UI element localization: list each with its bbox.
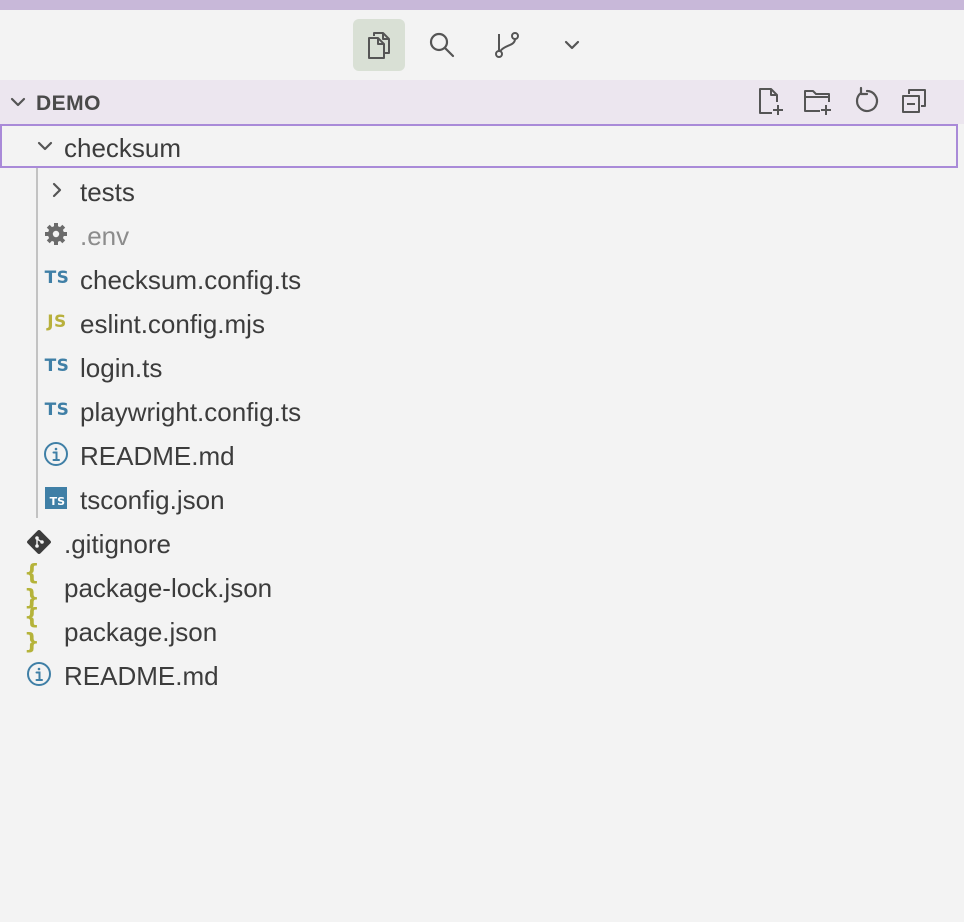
refresh-button[interactable] (850, 86, 882, 121)
tree-item-label: .env (80, 221, 130, 251)
tree-item-tests-folder[interactable]: tests (0, 168, 964, 212)
files-icon (365, 30, 393, 60)
json-icon: { } (24, 561, 42, 611)
tree-item-label: playwright.config.ts (80, 397, 302, 427)
tree-item-readme-nested-file[interactable]: README.md (0, 432, 964, 476)
tree-item-label: checksum (64, 133, 182, 163)
collapse-all-button[interactable] (898, 87, 930, 119)
new-file-button[interactable] (754, 87, 786, 119)
tsconfig-icon: TS (43, 484, 69, 512)
source-control-tab[interactable] (481, 19, 533, 71)
tree-item-label: package.json (64, 617, 218, 647)
tree-item-label: README.md (80, 441, 235, 471)
source-control-icon (492, 30, 522, 60)
tree-item-label: tsconfig.json (80, 485, 225, 515)
chevron-down-icon (8, 93, 28, 116)
view-switcher-bar (0, 10, 964, 80)
tree-item-package-lock-file[interactable]: { } package-lock.json (0, 561, 964, 611)
tree-item-checksum-folder[interactable]: checksum (0, 124, 958, 168)
tsconfig-badge: TS (45, 487, 67, 509)
git-icon (26, 528, 52, 556)
tree-item-gitignore-file[interactable]: .gitignore (0, 520, 964, 564)
explorer-section-header[interactable]: DEMO (0, 80, 964, 124)
tree-item-label: tests (80, 177, 135, 207)
chevron-down-icon (32, 132, 58, 160)
new-folder-button[interactable] (802, 87, 834, 119)
tree-item-label: package-lock.json (64, 573, 273, 603)
tree-item-login-file[interactable]: TS login.ts (0, 344, 964, 388)
json-icon: { } (24, 605, 42, 655)
tree-item-label: eslint.config.mjs (80, 309, 265, 339)
tree-item-label: login.ts (80, 353, 163, 383)
refresh-icon (851, 86, 881, 121)
ts-icon: TS (44, 356, 70, 376)
tree-item-env-file[interactable]: .env (0, 212, 964, 256)
tree-item-tsconfig-file[interactable]: TS tsconfig.json (0, 476, 964, 520)
section-title: DEMO (36, 92, 101, 115)
collapse-all-icon (899, 86, 929, 121)
tree-item-eslint-config-file[interactable]: JS eslint.config.mjs (0, 300, 964, 344)
js-icon: JS (47, 312, 67, 332)
tree-item-label: checksum.config.ts (80, 265, 302, 295)
gear-icon (43, 220, 69, 248)
tree-item-playwright-config-file[interactable]: TS playwright.config.ts (0, 388, 964, 432)
search-icon (428, 31, 456, 59)
new-file-icon (755, 86, 785, 121)
ts-icon: TS (44, 268, 70, 288)
tree-item-label: .gitignore (64, 529, 171, 559)
tree-item-readme-root-file[interactable]: README.md (0, 652, 964, 696)
more-views-button[interactable] (546, 19, 598, 71)
tree-item-label: README.md (64, 661, 219, 691)
title-bar-strip (0, 0, 964, 10)
explorer-tab[interactable] (353, 19, 405, 71)
tree-item-package-file[interactable]: { } package.json (0, 605, 964, 655)
tree-item-checksum-config-file[interactable]: TS checksum.config.ts (0, 256, 964, 300)
search-tab[interactable] (416, 19, 468, 71)
info-icon (43, 440, 69, 468)
ts-icon: TS (44, 400, 70, 420)
chevron-down-icon (562, 38, 582, 52)
new-folder-icon (802, 86, 834, 121)
chevron-right-icon (44, 176, 70, 204)
info-icon (26, 660, 52, 688)
